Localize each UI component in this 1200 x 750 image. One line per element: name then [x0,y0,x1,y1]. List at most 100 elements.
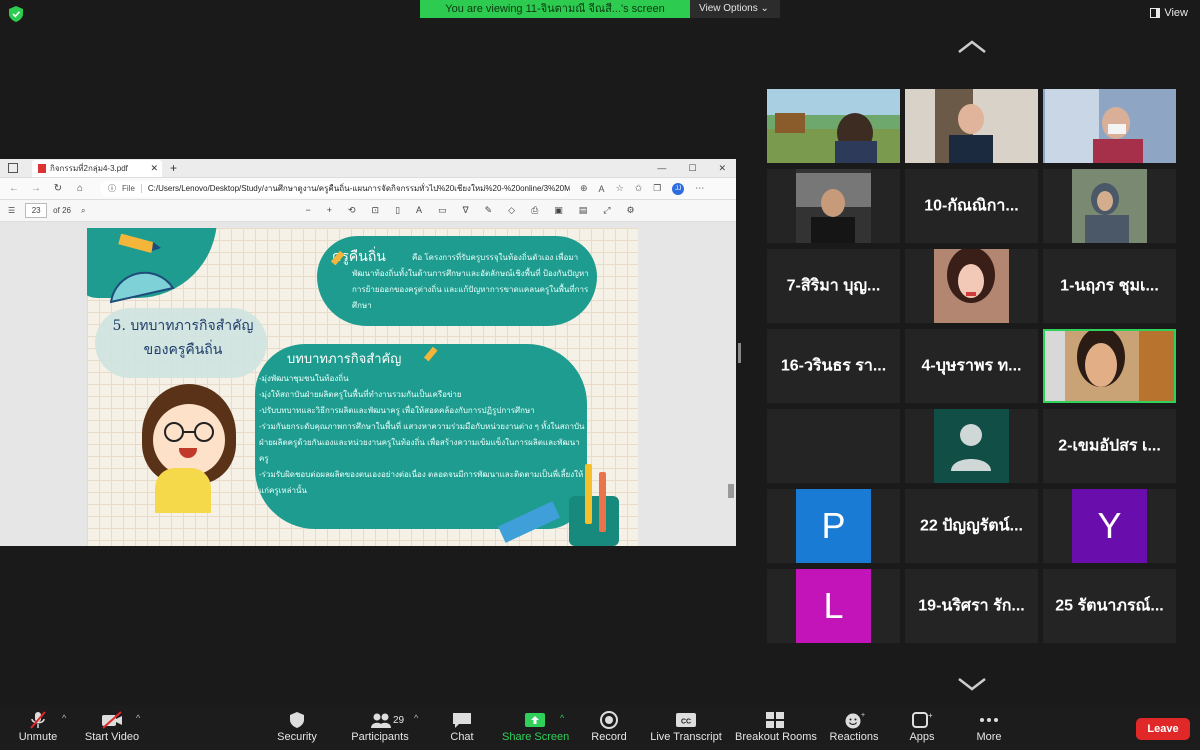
participant-tile[interactable] [905,249,1038,323]
settings-gear-icon[interactable]: ⚙ [627,205,635,216]
view-options-button[interactable]: View Options ⌄ [690,0,780,18]
share-screen-button[interactable]: Share Screen [502,705,569,750]
pdf-toolbar: ☰ 23 of 26 ⌕ − + ⟲ ⊡ ▯ A ▭ ∇ ✎ ◇ ⎙ ▣ ▤ ⤢… [0,200,736,222]
audio-options-chevron-icon[interactable]: ^ [62,713,66,723]
forward-icon[interactable]: → [28,183,44,194]
close-tab-icon[interactable]: ✕ [150,163,158,174]
leave-button[interactable]: Leave [1136,718,1190,740]
definition-text: คือ โครงการที่รับครูบรรจุในท้องถิ่นตัวเอ… [352,253,589,310]
read-aloud-icon[interactable]: A [599,184,605,194]
save-icon[interactable]: ▣ [554,205,563,216]
erase-icon[interactable]: ◇ [508,205,515,216]
breakout-rooms-button[interactable]: Breakout Rooms [735,705,817,750]
zoom-in-icon[interactable]: + [327,205,332,216]
scrollbar-thumb[interactable] [728,484,734,498]
chevron-up-icon[interactable] [957,40,987,54]
rotate-icon[interactable]: ⟲ [348,205,356,216]
participant-tile[interactable] [905,409,1038,483]
draw-icon[interactable]: ∇ [463,205,469,216]
home-icon[interactable]: ⌂ [72,183,88,194]
minimize-icon[interactable]: — [657,163,666,174]
zoom-out-icon[interactable]: − [305,205,310,216]
participant-tile[interactable]: 7-สิริมา บุญ... [767,249,900,323]
chevron-down-icon[interactable] [957,677,987,691]
print-icon[interactable]: ⎙ [531,205,538,216]
chat-button[interactable]: Chat [446,705,478,750]
share-options-chevron-icon[interactable]: ^ [560,713,564,723]
reactions-button[interactable]: + Reactions [829,705,879,750]
participant-tile[interactable]: 16-วรินธร รา... [767,329,900,403]
slide-title: 5. บทบาทภารกิจสำคัญ ของครูคืนถิ่น [97,314,269,362]
pdf-document-area[interactable]: 5. บทบาทภารกิจสำคัญ ของครูคืนถิ่น ครูคืน… [0,222,736,546]
security-button[interactable]: Security [276,705,318,750]
start-video-button[interactable]: Start Video [84,705,140,750]
participant-initial-avatar: Y [1072,489,1147,563]
profile-avatar[interactable]: JJ [672,182,685,195]
text-options-icon[interactable]: A [416,205,422,216]
slide-title-line2: ของครูคืนถิ่น [143,342,223,358]
splitter-handle[interactable] [738,343,741,363]
refresh-icon[interactable]: ↻ [50,183,66,194]
zoom-icon[interactable]: ⊕ [580,183,588,194]
muted-microphone-icon [30,711,46,729]
participant-tile[interactable]: P [767,489,900,563]
participant-tile[interactable] [767,409,900,483]
apps-label: Apps [909,731,935,743]
participant-tile[interactable]: L [767,569,900,643]
more-icon[interactable]: ⋯ [695,183,704,194]
share-screen-icon [525,713,545,727]
participant-tile[interactable] [1043,89,1176,163]
video-off-icon [102,711,122,729]
live-transcript-button[interactable]: CC Live Transcript [650,705,722,750]
roles-list: -มุ่งพัฒนาชุมชนในท้องถิ่น -มุ่งให้สถาบัน… [259,371,589,499]
participant-tile[interactable]: 19-นริศรา รัก... [905,569,1038,643]
collections-icon[interactable]: ❐ [653,183,661,194]
record-button[interactable]: Record [590,705,628,750]
participants-options-chevron-icon[interactable]: ^ [414,713,418,723]
participant-tile[interactable]: 10-กัณณิกา... [905,169,1038,243]
participant-tile[interactable]: 1-นฤภร ชุมเ... [1043,249,1176,323]
immersive-reader-icon[interactable]: ▭ [438,205,447,216]
browser-tab[interactable]: กิจกรรมที่2กลุ่ม4-3.pdf ✕ [32,159,162,177]
tab-actions-icon[interactable] [8,163,18,173]
view-button[interactable]: View [1150,7,1188,19]
apps-button[interactable]: + Apps [907,705,937,750]
participant-tile[interactable] [905,89,1038,163]
video-options-chevron-icon[interactable]: ^ [136,713,140,723]
participant-tile[interactable]: 2-เขมอัปสร เ... [1043,409,1176,483]
participant-tile[interactable]: 4-บุษราพร ท... [905,329,1038,403]
apps-icon: + [912,711,933,728]
participant-tile[interactable]: Y [1043,489,1176,563]
favorites-bar-icon[interactable]: ✩ [635,183,643,194]
close-window-icon[interactable]: ✕ [718,163,726,174]
page-number-input[interactable]: 23 [25,203,48,218]
save-as-icon[interactable]: ▤ [579,205,588,216]
participant-tile[interactable]: 22 ปัญญรัตน์... [905,489,1038,563]
fullscreen-icon[interactable]: ⤢ [603,205,610,216]
svg-text:+: + [928,711,933,720]
favorite-icon[interactable]: ☆ [616,183,624,194]
find-icon[interactable]: ⌕ [81,206,85,216]
svg-text:CC: CC [681,719,691,726]
unmute-button[interactable]: Unmute [14,705,62,750]
page-view-icon[interactable]: ▯ [395,205,400,216]
highlight-icon[interactable]: ✎ [485,205,493,216]
contents-icon[interactable]: ☰ [8,206,15,215]
address-input[interactable]: ⓘ File C:/Users/Lenovo/Desktop/Study/งาน… [100,180,570,197]
more-dots-icon [980,718,998,722]
new-tab-button[interactable]: + [170,161,177,175]
maximize-icon[interactable]: ☐ [688,163,696,174]
chat-label: Chat [450,731,474,743]
participant-tile[interactable] [1043,169,1176,243]
participant-tile[interactable] [767,169,900,243]
active-speaker-tile[interactable] [1043,329,1176,403]
participant-name: 16-วรินธร รา... [780,357,887,375]
back-icon[interactable]: ← [6,183,22,194]
more-button[interactable]: More [974,705,1004,750]
viewing-banner: You are viewing 11-จินตามณี จีณสี...'s s… [420,0,690,18]
participant-tile[interactable] [767,89,900,163]
fit-page-icon[interactable]: ⊡ [372,205,380,216]
participants-button[interactable]: Participants [350,705,410,750]
participant-tile[interactable]: 25 รัตนาภรณ์... [1043,569,1176,643]
roles-item: -ปรับบทบาทและวิธีการผลิตและพัฒนาครู เพื่… [259,406,535,415]
